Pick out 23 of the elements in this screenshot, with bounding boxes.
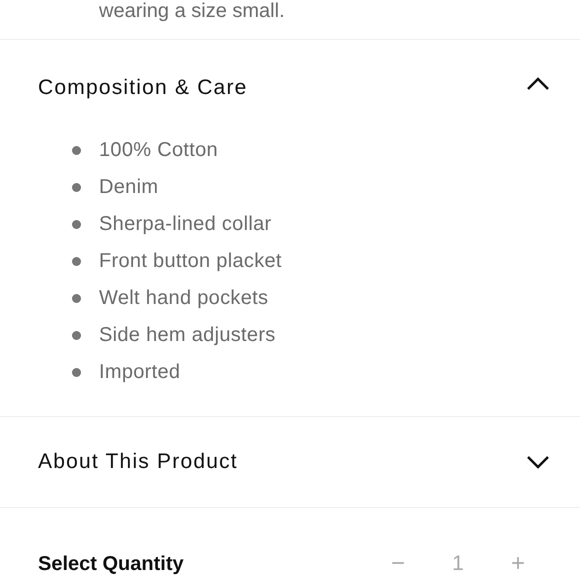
- bullet-icon: [72, 257, 81, 266]
- bullet-icon: [72, 146, 81, 155]
- bullet-icon: [72, 183, 81, 192]
- list-item: Imported: [99, 361, 180, 384]
- list-item: Sherpa-lined collar: [99, 213, 272, 236]
- chevron-up-icon: [526, 76, 550, 92]
- accordion-header[interactable]: Composition & Care: [0, 40, 580, 130]
- bullet-icon: [72, 368, 81, 377]
- list-item: 100% Cotton: [99, 139, 218, 162]
- section-title: About This Product: [38, 450, 238, 474]
- quantity-value: 1: [451, 552, 465, 576]
- bullet-icon: [72, 331, 81, 340]
- bullet-icon: [72, 220, 81, 229]
- list-item: Welt hand pockets: [99, 287, 268, 310]
- quantity-label: Select Quantity: [38, 552, 185, 576]
- section-title: Composition & Care: [38, 76, 248, 100]
- bullet-icon: [72, 294, 81, 303]
- list-item: Side hem adjusters: [99, 324, 276, 347]
- chevron-down-icon: [526, 454, 550, 470]
- list-item: Denim: [99, 176, 158, 199]
- list-item: Front button placket: [99, 250, 282, 273]
- accordion-header[interactable]: About This Product: [0, 417, 580, 507]
- description-text: wearing a size small.: [99, 0, 285, 22]
